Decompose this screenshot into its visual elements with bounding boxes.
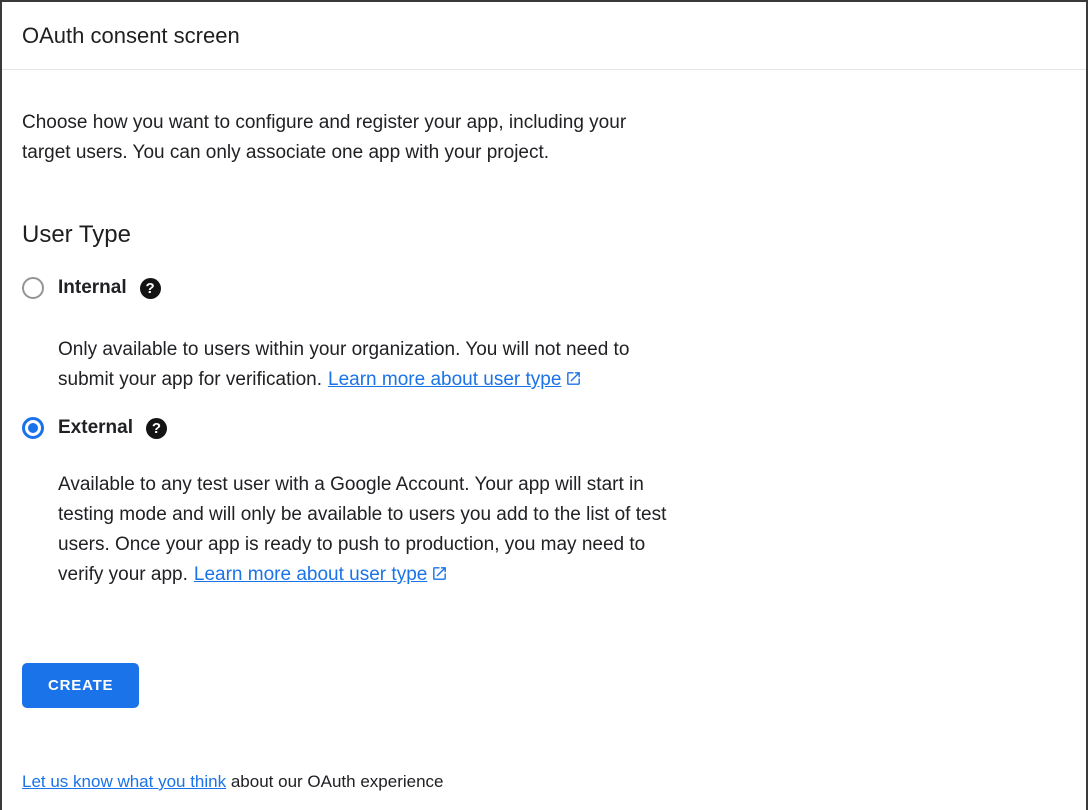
intro-line-1: Choose how you want to configure and reg…: [22, 112, 626, 133]
page-header: OAuth consent screen: [2, 2, 1086, 70]
external-learn-more-link[interactable]: Learn more about user type: [194, 564, 448, 585]
external-desc-line-1: Available to any test user with a Google…: [58, 474, 644, 495]
internal-radio-button[interactable]: [22, 277, 44, 299]
internal-description: Only available to users within your orga…: [58, 335, 1066, 395]
user-type-option-internal[interactable]: Internal ?: [22, 277, 1066, 299]
external-help-icon[interactable]: ?: [146, 418, 167, 439]
oauth-consent-page: OAuth consent screen Choose how you want…: [0, 0, 1088, 810]
create-button[interactable]: CREATE: [22, 663, 139, 708]
external-desc-line-3: users. Once your app is ready to push to…: [58, 534, 645, 555]
intro-text: Choose how you want to configure and reg…: [22, 108, 1066, 168]
external-desc-line-2: testing mode and will only be available …: [58, 504, 666, 525]
intro-line-2: target users. You can only associate one…: [22, 142, 549, 163]
external-radio-label[interactable]: External: [58, 417, 133, 439]
feedback-rest: about our OAuth experience: [226, 772, 443, 791]
internal-learn-more-link[interactable]: Learn more about user type: [328, 369, 582, 390]
internal-learn-more-label[interactable]: Learn more about user type: [328, 369, 561, 390]
external-radio-button[interactable]: [22, 417, 44, 439]
user-type-option-external[interactable]: External ?: [22, 417, 1066, 439]
feedback-link[interactable]: Let us know what you think: [22, 772, 226, 791]
internal-help-icon[interactable]: ?: [140, 278, 161, 299]
page-content: Choose how you want to configure and reg…: [2, 108, 1086, 794]
open-in-new-icon: [431, 565, 448, 582]
external-desc-line-4: verify your app.: [58, 564, 188, 585]
feedback-text: Let us know what you think about our OAu…: [22, 770, 1066, 794]
external-learn-more-label[interactable]: Learn more about user type: [194, 564, 427, 585]
external-description: Available to any test user with a Google…: [58, 470, 1066, 590]
page-title: OAuth consent screen: [22, 23, 1066, 49]
internal-radio-label[interactable]: Internal: [58, 277, 127, 299]
internal-desc-line-1: Only available to users within your orga…: [58, 339, 629, 360]
internal-desc-line-2: submit your app for verification.: [58, 369, 322, 390]
open-in-new-icon: [565, 370, 582, 387]
user-type-heading: User Type: [22, 220, 1066, 250]
